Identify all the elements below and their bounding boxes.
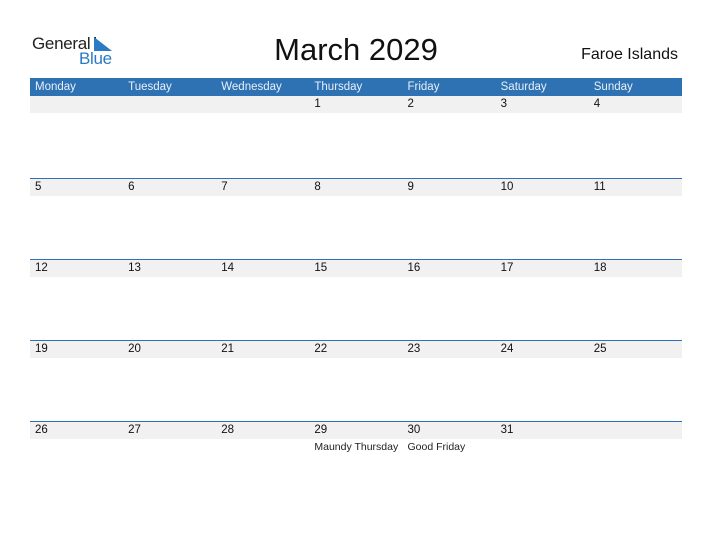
holiday-label: [496, 113, 589, 129]
weekday-sunday: Sunday: [593, 81, 633, 93]
holiday-label: [30, 196, 123, 212]
day-number: 10: [500, 181, 514, 193]
day-number: 14: [221, 262, 235, 274]
holiday-label: [496, 358, 589, 374]
day-number: 12: [35, 262, 48, 274]
week-row: 26 27 28 29 30 31 Maundy Thursday Good Friday: [30, 421, 682, 502]
day-number-band: 19 20 21 22 23 24 25: [30, 341, 682, 358]
holiday-label: [216, 196, 309, 212]
holiday-label: [496, 196, 589, 212]
day-number: 15: [314, 262, 328, 274]
day-number: 17: [500, 262, 514, 274]
holiday-label: [123, 358, 216, 374]
holiday-notes-band: [30, 113, 682, 129]
day-number: 9: [407, 181, 414, 193]
holiday-label: [30, 113, 123, 129]
day-number: 1: [314, 98, 321, 110]
weekday-thursday: Thursday: [314, 81, 363, 93]
holiday-label: [309, 113, 402, 129]
weekday-tuesday: Tuesday: [128, 81, 172, 93]
holiday-label: Maundy Thursday: [314, 441, 399, 453]
day-number-band: 1 2 3 4: [30, 96, 682, 113]
holiday-notes-band: [30, 196, 682, 212]
holiday-label: [403, 358, 496, 374]
holiday-label: [309, 196, 402, 212]
holiday-label: [496, 439, 589, 455]
day-number: 26: [35, 424, 48, 436]
day-number-band: 26 27 28 29 30 31: [30, 422, 682, 439]
week-row: 12 13 14 15 16 17 18: [30, 259, 682, 340]
holiday-label: [123, 113, 216, 129]
holiday-notes-band: [30, 358, 682, 374]
holiday-label: [216, 277, 309, 293]
holiday-label: [496, 277, 589, 293]
day-number: 16: [407, 262, 421, 274]
holiday-label: [216, 113, 309, 129]
day-number: 5: [35, 181, 42, 193]
day-number: [589, 422, 682, 439]
holiday-label: [309, 358, 402, 374]
day-number: [216, 96, 309, 113]
day-number: [123, 96, 216, 113]
holiday-notes-band: [30, 277, 682, 293]
holiday-label: [403, 277, 496, 293]
day-number: 20: [128, 343, 141, 355]
holiday-notes-band: Maundy Thursday Good Friday: [30, 439, 682, 455]
day-number: 29: [314, 424, 328, 436]
weekday-monday: Monday: [35, 81, 76, 93]
holiday-label: [123, 196, 216, 212]
holiday-label: [216, 358, 309, 374]
day-number: 4: [593, 98, 601, 110]
day-number-band: 5 6 7 8 9 10 11: [30, 179, 682, 196]
holiday-label: [403, 113, 496, 129]
week-row: 1 2 3 4: [30, 96, 682, 178]
holiday-label: [589, 196, 682, 212]
day-number: 27: [128, 424, 141, 436]
day-number: 23: [407, 343, 421, 355]
day-number: 24: [500, 343, 514, 355]
holiday-label: [30, 439, 123, 455]
holiday-label: [309, 277, 402, 293]
day-number: 3: [500, 98, 508, 110]
holiday-label: [589, 358, 682, 374]
day-number: 30: [407, 424, 421, 436]
holiday-label: [403, 196, 496, 212]
week-row: 5 6 7 8 9 10 11: [30, 178, 682, 259]
holiday-label: [30, 358, 123, 374]
day-number: 28: [221, 424, 235, 436]
day-number: 19: [35, 343, 48, 355]
holiday-label: [589, 439, 682, 455]
country-label: Faroe Islands: [581, 46, 678, 63]
weekday-wednesday: Wednesday: [221, 81, 282, 93]
day-number: 21: [221, 343, 235, 355]
day-number: 31: [500, 424, 514, 436]
day-number: [30, 96, 123, 113]
holiday-label: [589, 113, 682, 129]
holiday-label: [589, 277, 682, 293]
day-number: 7: [221, 181, 228, 193]
day-number: 18: [593, 262, 607, 274]
week-row: 19 20 21 22 23 24 25: [30, 340, 682, 421]
holiday-label: [216, 439, 309, 455]
day-number-band: 12 13 14 15 16 17 18: [30, 260, 682, 277]
holiday-label: [30, 277, 123, 293]
day-number: 25: [593, 343, 607, 355]
holiday-label: [123, 277, 216, 293]
day-number: 22: [314, 343, 328, 355]
weekday-saturday: Saturday: [500, 81, 547, 93]
holiday-label: [123, 439, 216, 455]
day-number: 8: [314, 181, 321, 193]
calendar-grid: Monday Tuesday Wednesday Thursday Friday…: [30, 78, 682, 502]
day-number: 11: [593, 181, 606, 193]
day-number: 6: [128, 181, 135, 193]
weekday-header: Monday Tuesday Wednesday Thursday Friday…: [30, 78, 682, 96]
weekday-friday: Friday: [407, 81, 440, 93]
holiday-label: Good Friday: [407, 441, 466, 453]
day-number: 2: [407, 98, 414, 110]
day-number: 13: [128, 262, 141, 274]
